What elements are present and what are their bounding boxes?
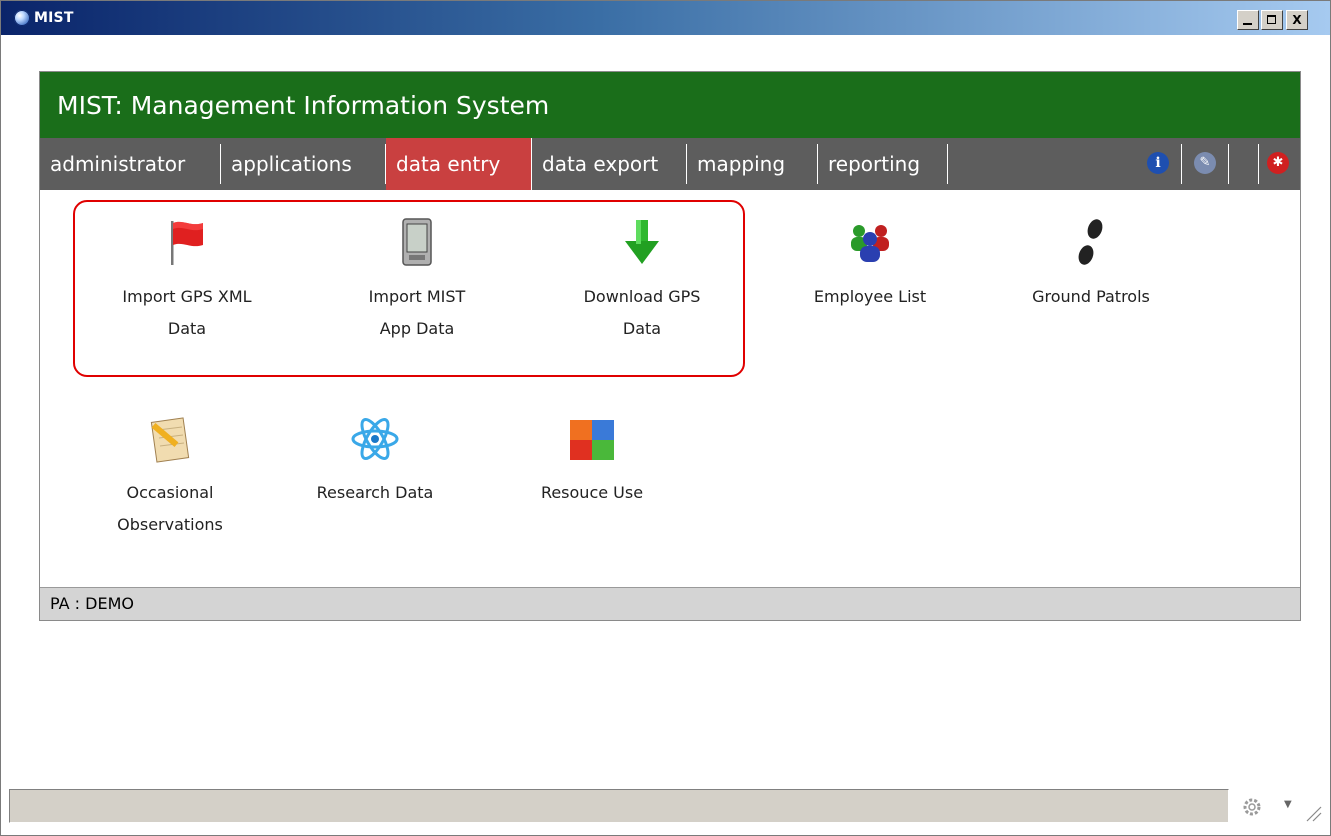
item-label: App Data: [379, 319, 455, 338]
tab-reporting[interactable]: reporting: [818, 144, 948, 184]
minimize-icon: [1243, 23, 1252, 25]
item-label: Employee List: [813, 287, 927, 306]
footprints-icon: [1078, 219, 1103, 265]
item-label: Data: [622, 319, 662, 338]
gear-icon[interactable]: [1241, 796, 1263, 818]
occasional-observations-item[interactable]: Occasional Observations: [80, 414, 260, 554]
nav-divider: [1258, 144, 1259, 184]
status-bar: [9, 789, 1229, 823]
color-blocks-icon: [570, 420, 614, 460]
globe-icon: [14, 10, 30, 26]
minimize-button[interactable]: [1237, 10, 1259, 30]
import-mist-app-item[interactable]: Import MIST App Data: [332, 217, 502, 357]
pen-icon[interactable]: ✎: [1194, 152, 1216, 174]
tab-applications[interactable]: applications: [221, 144, 386, 184]
item-label: Import GPS XML: [122, 287, 252, 306]
item-label: Research Data: [316, 483, 434, 502]
item-label: Import MIST: [368, 287, 466, 306]
nav-divider: [1228, 144, 1229, 184]
info-icon[interactable]: i: [1147, 152, 1169, 174]
page-title: MIST: Management Information System: [57, 91, 550, 120]
nav-divider: [1181, 144, 1182, 184]
people-group-icon: [851, 225, 889, 262]
item-label: Data: [167, 319, 207, 338]
nav-bar: administrator applications data entry da…: [40, 138, 1300, 190]
window-title: MIST: [34, 10, 74, 26]
pa-label: PA : DEMO: [50, 594, 134, 613]
item-label: Observations: [117, 515, 223, 534]
ground-patrols-item[interactable]: Ground Patrols: [1001, 217, 1181, 357]
employee-list-item[interactable]: Employee List: [785, 217, 955, 357]
red-flag-icon: [171, 221, 203, 265]
item-label: Resouce Use: [540, 483, 644, 502]
research-data-item[interactable]: Research Data: [285, 414, 465, 554]
header-bar: MIST: Management Information System: [40, 72, 1300, 138]
download-gps-item[interactable]: Download GPS Data: [557, 217, 727, 357]
tab-mapping[interactable]: mapping: [687, 144, 818, 184]
item-label: Occasional: [126, 483, 214, 502]
green-down-arrow-icon: [625, 220, 659, 264]
close-button[interactable]: X: [1286, 10, 1308, 30]
lifebuoy-icon[interactable]: ✱: [1267, 152, 1289, 174]
maximize-button[interactable]: [1261, 10, 1283, 30]
application-window: MIST X MIST: Management Information Syst…: [0, 0, 1331, 836]
title-bar[interactable]: MIST X: [1, 1, 1330, 35]
atom-icon: [351, 418, 399, 460]
resource-use-item[interactable]: Resouce Use: [502, 414, 682, 554]
maximize-icon: [1267, 15, 1276, 24]
tab-data-export[interactable]: data export: [532, 144, 687, 184]
item-label: Ground Patrols: [1032, 287, 1150, 306]
chevron-down-icon[interactable]: ▼: [1284, 799, 1292, 810]
resize-grip-icon[interactable]: [1303, 803, 1323, 823]
pa-status-strip: PA : DEMO: [40, 587, 1300, 620]
tab-data-entry[interactable]: data entry: [386, 138, 532, 190]
pda-device-icon: [402, 218, 432, 266]
tab-administrator[interactable]: administrator: [40, 144, 221, 184]
import-gps-xml-item[interactable]: Import GPS XML Data: [102, 217, 272, 357]
main-panel: MIST: Management Information System admi…: [39, 71, 1301, 621]
item-label: Download GPS: [583, 287, 701, 306]
notepad-pencil-icon: [150, 417, 190, 463]
